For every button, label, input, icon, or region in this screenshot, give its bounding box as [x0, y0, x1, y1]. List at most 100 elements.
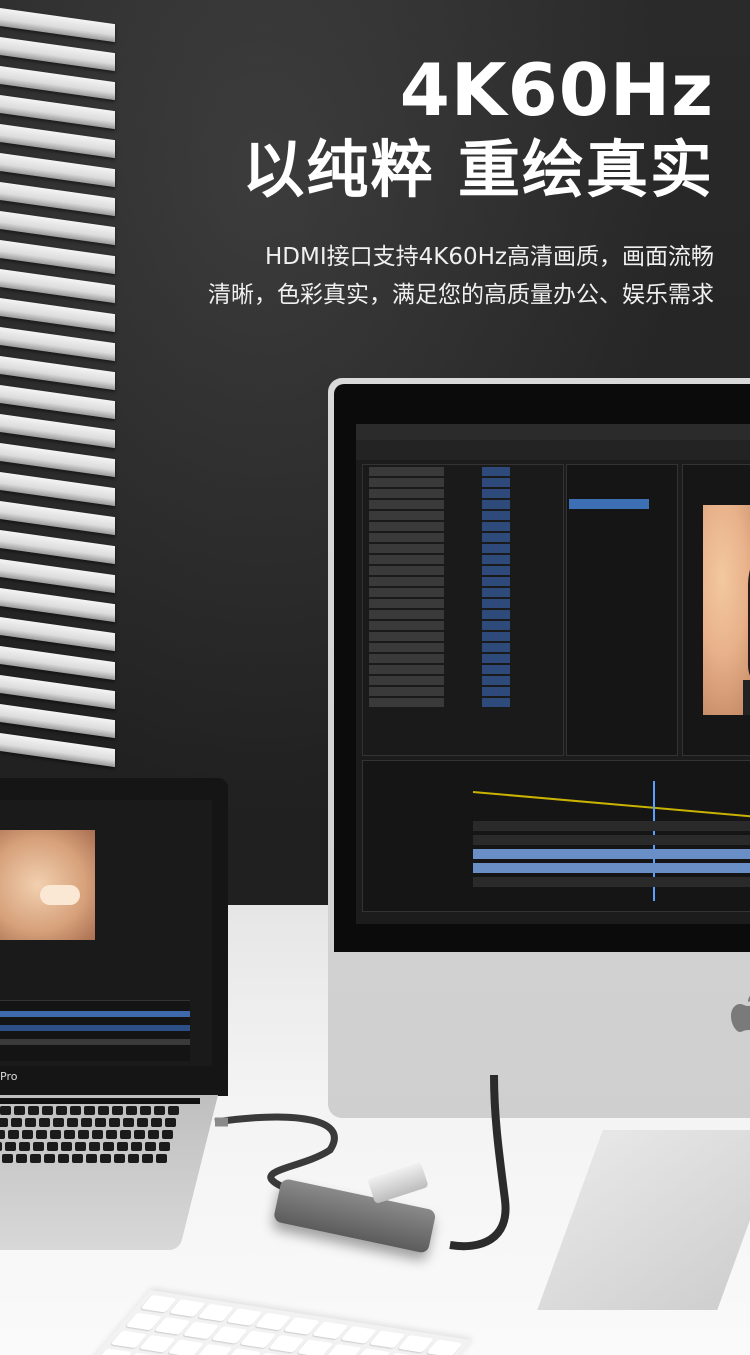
- laptop-track: [0, 1025, 190, 1031]
- panel-row: [369, 522, 557, 531]
- monitor-screen: [356, 424, 750, 924]
- headline-title: 4K60Hz: [399, 48, 714, 132]
- laptop-key: [0, 1142, 2, 1151]
- laptop-key: [89, 1142, 100, 1151]
- timeline-track: [473, 877, 750, 887]
- panel-row: [369, 687, 557, 696]
- blind-slat: [0, 559, 115, 594]
- laptop-track: [0, 1039, 190, 1045]
- laptop-key: [84, 1106, 95, 1115]
- laptop-timeline: [0, 1000, 190, 1061]
- blind-slat: [0, 37, 115, 72]
- timeline-track: [473, 835, 750, 845]
- laptop-key: [75, 1142, 86, 1151]
- laptop-key: [25, 1118, 36, 1127]
- laptop-key: [44, 1154, 55, 1163]
- laptop-key: [36, 1130, 47, 1139]
- laptop-key: [47, 1142, 58, 1151]
- description-line-2: 清晰，色彩真实，满足您的高质量办公、娱乐需求: [208, 282, 714, 308]
- anime-frame: [703, 505, 750, 715]
- laptop-key: [137, 1118, 148, 1127]
- laptop-key: [162, 1130, 173, 1139]
- laptop-key: [50, 1130, 61, 1139]
- panel-row: [369, 676, 557, 685]
- program-viewer: [682, 464, 750, 756]
- laptop-key: [28, 1106, 39, 1115]
- laptop-key: [114, 1154, 125, 1163]
- blind-slat: [0, 675, 115, 710]
- laptop-key: [106, 1130, 117, 1139]
- laptop-key: [5, 1142, 16, 1151]
- laptop-key: [168, 1106, 179, 1115]
- laptop-key: [165, 1118, 176, 1127]
- blind-slat: [0, 298, 115, 333]
- blind-slat: [0, 269, 115, 304]
- laptop-key: [134, 1130, 145, 1139]
- panel-row: [369, 643, 557, 652]
- laptop-key: [103, 1142, 114, 1151]
- blind-slat: [0, 8, 115, 43]
- headline-block: 4K60Hz 以纯粹 重绘真实: [242, 48, 714, 208]
- blind-slat: [0, 327, 115, 362]
- laptop-key: [8, 1130, 19, 1139]
- description-line-1: HDMI接口支持4K60Hz高清画质，画面流畅: [265, 244, 714, 270]
- monitor-bezel: [334, 384, 750, 952]
- laptop-key: [42, 1106, 53, 1115]
- laptop-screen: [0, 800, 212, 1066]
- blind-slat: [0, 704, 115, 739]
- desktop-monitor: [328, 378, 750, 1118]
- laptop-key: [81, 1118, 92, 1127]
- laptop-key: [33, 1142, 44, 1151]
- panel-row: [369, 599, 557, 608]
- panel-row: [369, 533, 557, 542]
- laptop-key: [0, 1118, 8, 1127]
- blind-slat: [0, 66, 115, 101]
- laptop-key: [39, 1118, 50, 1127]
- character-vest: [743, 680, 750, 715]
- panel-row: [369, 511, 557, 520]
- blind-slat: [0, 617, 115, 652]
- timeline-track: [473, 821, 750, 831]
- laptop-key: [148, 1130, 159, 1139]
- panel-row: [369, 478, 557, 487]
- laptop-key: [67, 1118, 78, 1127]
- blind-slat: [0, 588, 115, 623]
- effect-controls-panel: [362, 464, 564, 756]
- blind-slat: [0, 124, 115, 159]
- panel-row: [369, 665, 557, 674]
- editor-timeline: [362, 760, 750, 912]
- editor-workspace-bar: [356, 440, 750, 460]
- laptop-key: [30, 1154, 41, 1163]
- laptop-key: [151, 1118, 162, 1127]
- blind-slat: [0, 530, 115, 565]
- panel-row: [369, 489, 557, 498]
- feature-description: HDMI接口支持4K60Hz高清画质，画面流畅 清晰，色彩真实，满足您的高质量办…: [208, 238, 714, 314]
- blind-slat: [0, 646, 115, 681]
- product-banner: Pro 4K60Hz 以纯粹 重绘真实 HDMI接口支持4K60Hz高清画质，画…: [0, 0, 750, 1355]
- panel-row: [369, 632, 557, 641]
- blind-slat: [0, 501, 115, 536]
- laptop-key: [154, 1106, 165, 1115]
- blind-slat: [0, 153, 115, 188]
- laptop-key: [131, 1142, 142, 1151]
- laptop-model-label: Pro: [0, 1070, 18, 1083]
- timeline-clip: [473, 863, 750, 873]
- panel-row: [369, 610, 557, 619]
- blind-slat: [0, 385, 115, 420]
- blind-slat: [0, 443, 115, 478]
- blind-slat: [0, 182, 115, 217]
- panel-row: [369, 621, 557, 630]
- blind-slat: [0, 733, 115, 768]
- blind-slat: [0, 95, 115, 130]
- laptop-key: [78, 1130, 89, 1139]
- panel-row: [369, 588, 557, 597]
- laptop-key: [72, 1154, 83, 1163]
- laptop-key: [142, 1154, 153, 1163]
- timeline-clip: [473, 849, 750, 859]
- laptop-key: [16, 1154, 27, 1163]
- laptop-key: [22, 1130, 33, 1139]
- blind-slat: [0, 472, 115, 507]
- blind-slat: [0, 211, 115, 246]
- laptop-key: [11, 1118, 22, 1127]
- laptop-key: [14, 1106, 25, 1115]
